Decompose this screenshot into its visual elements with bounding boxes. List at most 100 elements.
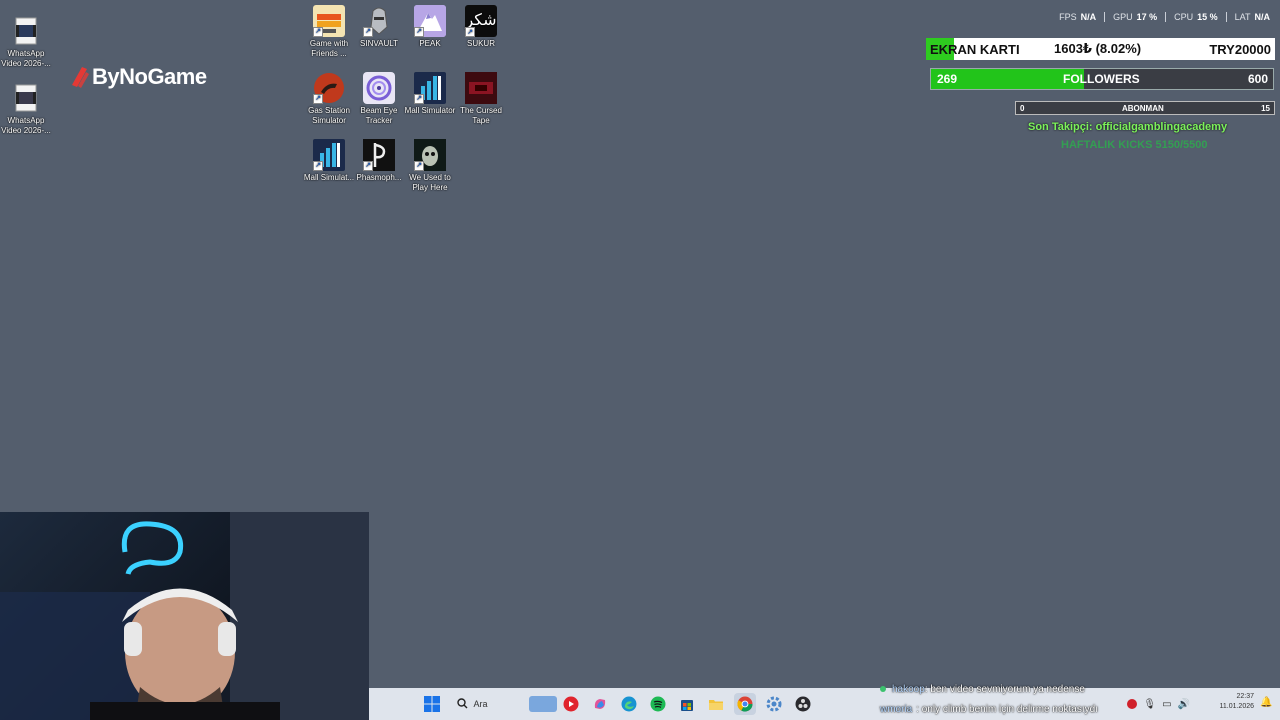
subscribers-target: 15 [1261, 103, 1270, 113]
record-icon[interactable] [1127, 699, 1138, 709]
gpu-goal-price: 1603₺ (8.02%) [1054, 41, 1142, 56]
bynogame-logo: ByNoGame [68, 62, 207, 92]
windows-taskbar: Ara 🎙 ▭ 🔊 🔔 [369, 688, 1280, 720]
clock-time: 22:37 [1236, 693, 1254, 700]
shortcut-arrow-icon: ↗ [313, 27, 323, 37]
shortcut-arrow-icon: ↗ [414, 27, 424, 37]
ghost-face-icon: ↗ [414, 139, 446, 171]
taskbar-app-file-explorer[interactable] [705, 693, 727, 715]
video-file-icon [10, 15, 42, 47]
music-play-icon [563, 696, 579, 712]
webcam-feed [0, 512, 369, 720]
eye-spiral-icon [363, 72, 395, 104]
desktop-icon-mall-simulator-2[interactable]: ↗ Mall Simulat... [303, 139, 355, 183]
bynogame-logo-text: ByNoGame [92, 64, 207, 89]
stat-cpu: CPU 15 % [1166, 12, 1227, 22]
spotify-icon [650, 696, 666, 712]
gpu-goal-label: EKRAN KARTI [930, 41, 1020, 57]
followers-target: 600 [1247, 72, 1268, 86]
stat-gpu: GPU 17 % [1105, 12, 1167, 22]
taskbar-app-settings[interactable] [763, 693, 785, 715]
desktop-icon-label: SUKUR [466, 39, 495, 48]
desktop-icon-label: Mall Simulator [404, 106, 456, 115]
desktop-icon-gas-station-simulator[interactable]: ↗ Gas Station Simulator [303, 72, 355, 126]
shortcut-arrow-icon: ↗ [363, 161, 373, 171]
shortcut-arrow-icon: ↗ [465, 27, 475, 37]
shortcut-arrow-icon: ↗ [414, 94, 424, 104]
chat-message: hakoop: ben video sevmiyorum ya nedense [880, 684, 1085, 695]
chat-username: hakoop [892, 684, 925, 695]
phasmophobia-icon: ↗ [363, 139, 395, 171]
shortcut-arrow-icon: ↗ [414, 161, 424, 171]
desktop-icon-label: Mall Simulat... [303, 173, 355, 182]
taskbar-app-store[interactable] [676, 693, 698, 715]
store-bag-icon [681, 700, 693, 711]
bynogame-mark-icon [68, 65, 90, 89]
chat-message: wmoria: only climb benim için delirme no… [880, 704, 1098, 715]
desktop-icon-the-cursed-tape[interactable]: The Cursed Tape [455, 72, 507, 126]
taskbar-app-copilot[interactable] [589, 693, 611, 715]
mountain-icon: ↗ [414, 5, 446, 37]
desktop-icon-phasmophobia[interactable]: ↗ Phasmoph... [353, 139, 405, 183]
last-follower-text: Son Takipçi: officialgamblingacademy [1028, 121, 1228, 133]
start-button[interactable] [421, 693, 443, 715]
weekly-kicks-text: HAFTALIK KICKS 5150/5500 [1061, 139, 1208, 151]
taskbar-app-spotify[interactable] [647, 693, 669, 715]
obs-icon [795, 696, 811, 712]
desktop-icon-whatsapp-video-2[interactable]: WhatsApp Video 2026-... [0, 82, 52, 136]
arabic-text-icon: شكر ↗ [465, 5, 497, 37]
desktop-icon-sukur[interactable]: شكر ↗ SUKUR [455, 5, 507, 49]
taskbar-app-edge[interactable] [618, 693, 640, 715]
chat-username: wmoria [880, 704, 913, 715]
search-highlight-icon [528, 696, 557, 712]
search-placeholder: Ara [473, 699, 488, 709]
microphone-icon[interactable]: 🎙 [1143, 699, 1156, 710]
desktop-icon-sinvault[interactable]: ↗ SINVAULT [353, 5, 405, 49]
gpu-goal-bar: EKRAN KARTI 1603₺ (8.02%) TRY20000 [926, 38, 1275, 60]
search-icon [456, 697, 468, 711]
desktop-icon-label: Phasmoph... [356, 173, 402, 182]
shortcut-arrow-icon: ↗ [363, 27, 373, 37]
desktop-icon-label: Beam Eye Tracker [360, 106, 398, 125]
stat-fps: FPS N/A [1051, 12, 1106, 22]
desktop-icon-whatsapp-video-1[interactable]: WhatsApp Video 2026-... [0, 15, 52, 69]
desktop-icon-label: SINVAULT [360, 39, 398, 48]
taskbar-clock[interactable]: 22:37 11.01.2026 [1219, 692, 1254, 712]
stat-lat: LAT N/A [1234, 12, 1270, 22]
desktop-icon-label: The Cursed Tape [460, 106, 502, 125]
chat-text: : only climb benim için delirme noktasıy… [916, 704, 1098, 715]
desktop-icon-we-used-to-play-here[interactable]: ↗ We Used to Play Here [404, 139, 456, 193]
volume-icon[interactable]: 🔊 [1178, 699, 1190, 710]
video-file-icon [10, 82, 42, 114]
desktop-icon-mall-simulator[interactable]: ↗ Mall Simulator [404, 72, 456, 116]
folder-icon [709, 700, 723, 710]
followers-label: FOLLOWERS [1063, 72, 1140, 86]
edge-browser-icon [621, 696, 637, 712]
desktop-icon-label: WhatsApp Video 2026-... [1, 116, 51, 135]
chrome-icon [737, 696, 753, 712]
taskbar-search-box[interactable]: Ara [451, 692, 557, 716]
taskbar-app-youtube-music[interactable] [560, 693, 582, 715]
followers-current: 269 [937, 72, 958, 86]
windows-logo-icon [424, 696, 440, 712]
red-tape-icon [465, 72, 497, 104]
shortcut-arrow-icon: ↗ [313, 94, 323, 104]
taskbar-app-chrome[interactable] [734, 693, 756, 715]
subscribers-label: ABONMAN [1122, 103, 1164, 113]
performance-stats: FPS N/A GPU 17 % CPU 15 % LAT N/A [1051, 12, 1270, 22]
chat-text: : ben video sevmiyorum ya nedense [924, 684, 1085, 695]
taskbar-app-obs[interactable] [792, 693, 814, 715]
clock-date: 11.01.2026 [1219, 703, 1254, 710]
webcam-scene [0, 512, 369, 720]
desktop-icon-game-with-friends[interactable]: ↗ Game with Friends ... [303, 5, 355, 59]
subscribers-goal-bar: 0 ABONMAN 15 [1015, 101, 1275, 115]
desktop-icon-peak[interactable]: ↗ PEAK [404, 5, 456, 49]
notification-bell-icon[interactable]: 🔔 [1260, 697, 1272, 709]
game-icon: ↗ [313, 5, 345, 37]
gpu-goal-target: TRY20000 [1209, 41, 1271, 57]
copilot-icon [594, 699, 606, 709]
desktop-icon-label: WhatsApp Video 2026-... [1, 49, 51, 68]
network-icon[interactable]: ▭ [1162, 699, 1171, 710]
subscribers-current: 0 [1020, 103, 1025, 113]
desktop-icon-beam-eye-tracker[interactable]: Beam Eye Tracker [353, 72, 405, 126]
